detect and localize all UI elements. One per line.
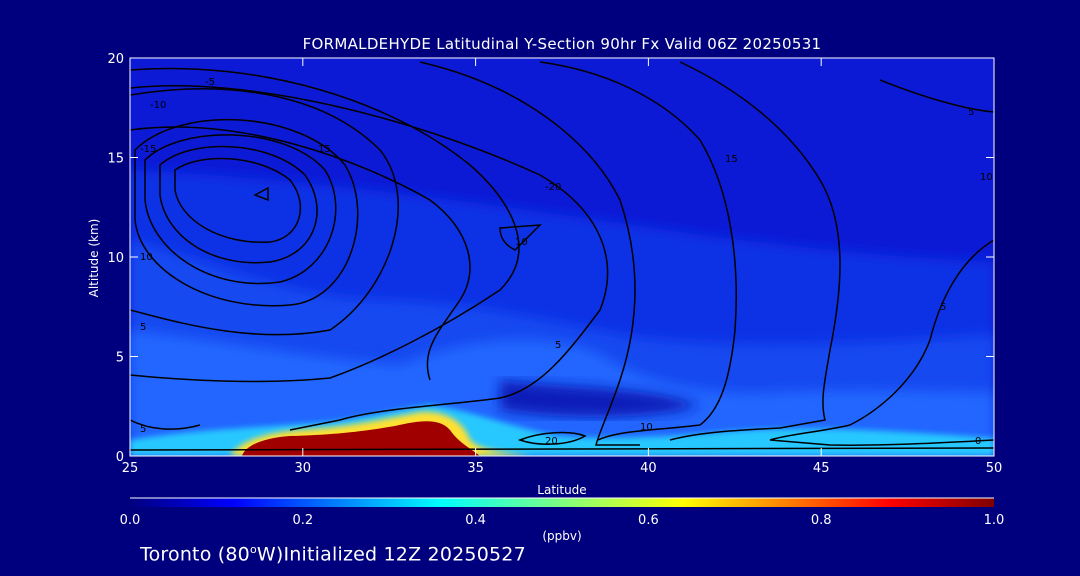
colorbar-tick-label: 0.0 (120, 513, 141, 528)
contour-label: 10 (515, 237, 528, 248)
colorbar-tick-label: 1.0 (984, 513, 1005, 528)
y-tick-label: 5 (116, 351, 124, 366)
colorbar-tick-label: 0.2 (292, 513, 313, 528)
contour-label: 5 (140, 424, 146, 435)
contour-label: -5 (205, 77, 215, 88)
x-tick-label: 35 (467, 461, 484, 476)
y-tick-label: 10 (107, 251, 124, 266)
y-tick-label: 0 (116, 450, 124, 465)
colorbar-tick-label: 0.4 (465, 513, 486, 528)
x-tick-label: 25 (122, 461, 139, 476)
contour-label: 0 (975, 436, 981, 447)
x-tick-label: 30 (295, 461, 312, 476)
degree-symbol: o (249, 543, 257, 556)
contour-label: 5 (555, 340, 561, 351)
contour-label: 5 (140, 322, 146, 333)
contour-label: 10 (640, 422, 653, 433)
contour-label: -10 (150, 100, 166, 111)
contour-label: -20 (545, 182, 561, 193)
colorbar-tick-label: 0.6 (638, 513, 659, 528)
y-tick-label: 20 (107, 52, 124, 67)
footer-location: Toronto (80 (140, 543, 250, 566)
x-tick-label: 40 (640, 461, 657, 476)
contour-label: 5 (968, 107, 974, 118)
colorbar-tick-label: 0.8 (811, 513, 832, 528)
contour-label: 20 (545, 436, 558, 447)
colorbar (130, 498, 994, 507)
contour-label: 10 (980, 172, 993, 183)
colorbar-unit-label: (ppbv) (542, 529, 581, 543)
footer-initialized: W)Initialized 12Z 20250527 (256, 543, 526, 566)
x-axis-label: Latitude (537, 483, 586, 497)
chart-figure: -5 -10 -15 15 -20 10 15 5 10 5 5 10 20 5… (87, 52, 1005, 543)
x-tick-label: 50 (986, 461, 1003, 476)
contour-label: 10 (140, 252, 153, 263)
contour-label: 5 (940, 302, 946, 313)
colorbar-ticks: 0.0 0.2 0.4 0.6 0.8 1.0 (120, 513, 1005, 528)
y-axis-label: Altitude (km) (87, 219, 101, 298)
x-tick-label: 45 (813, 461, 830, 476)
contour-label: -15 (140, 144, 156, 155)
y-tick-label: 15 (107, 152, 124, 167)
concentration-field (130, 58, 994, 456)
footer-run-info: Toronto (80oW)Initialized 12Z 20250527 (140, 543, 526, 565)
contour-label: 15 (318, 144, 331, 155)
contour-label: 15 (725, 154, 738, 165)
chart-title: FORMALDEHYDE Latitudinal Y-Section 90hr … (302, 35, 822, 53)
